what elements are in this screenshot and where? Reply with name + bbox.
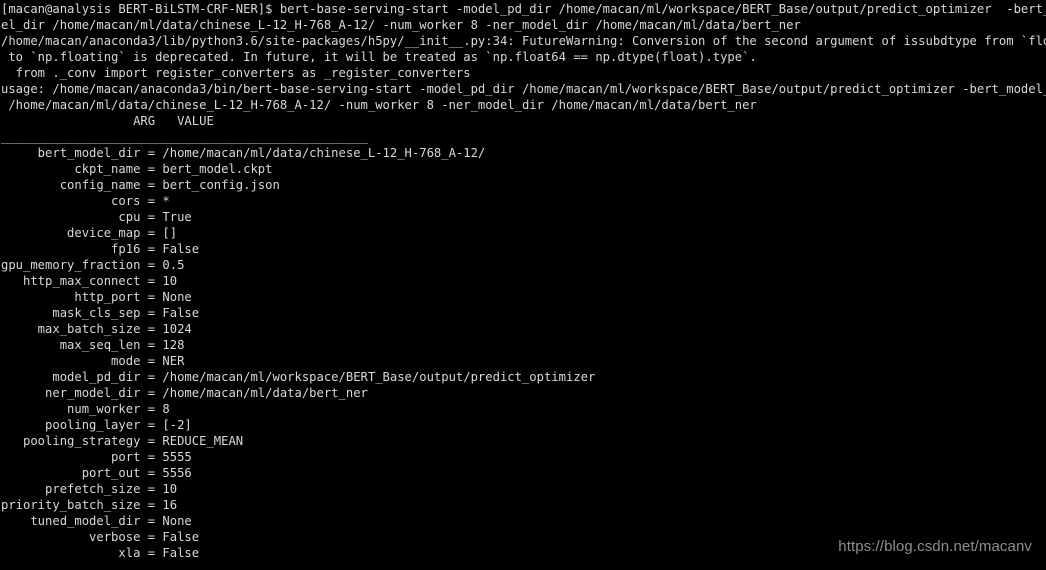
terminal-window[interactable]: [macan@analysis BERT-BiLSTM-CRF-NER]$ be… (0, 0, 1046, 570)
watermark-text: https://blog.csdn.net/macanv (838, 538, 1032, 555)
terminal-output[interactable]: [macan@analysis BERT-BiLSTM-CRF-NER]$ be… (0, 0, 1046, 561)
